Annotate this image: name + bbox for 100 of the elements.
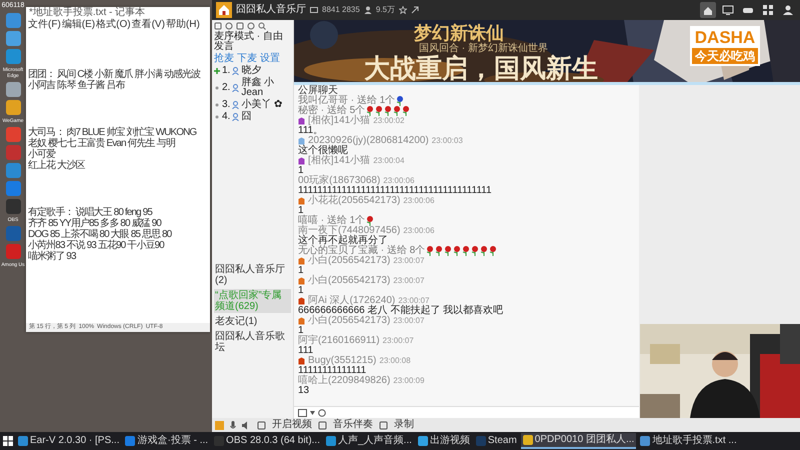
house-logo-icon — [216, 2, 232, 18]
taskbar-item[interactable]: 地址歌手投票.txt ... — [638, 433, 739, 449]
channel-item[interactable]: 囧囧私人音乐厅(2) — [214, 263, 291, 287]
message-text: 1 — [298, 286, 305, 296]
badge-icon — [298, 297, 305, 305]
banner-title: 梦幻新诛仙 — [414, 24, 504, 44]
rose-icon — [489, 246, 498, 256]
badge-icon — [298, 357, 305, 365]
gift-sender: 我叫亿哥哥 · 送给 1个 — [298, 96, 396, 106]
badge-icon — [298, 317, 305, 325]
message-time: 23:00:04 — [373, 156, 404, 166]
menu-item[interactable]: 格式(O) — [96, 19, 131, 31]
search-icon[interactable] — [258, 22, 266, 30]
app-shortcut-icon[interactable] — [6, 82, 20, 97]
message-time: 23:00:06 — [383, 176, 414, 186]
text-line: 小可爱 — [28, 149, 56, 160]
menu-item[interactable]: 文件(F) — [28, 19, 61, 31]
toolbar-label[interactable]: 音乐伴奏 — [333, 418, 373, 432]
text-line: 有定歌手： 说唱大王 80 feng 95 — [28, 207, 154, 218]
message-time: 23:00:07 — [382, 336, 414, 346]
badge-icon — [298, 117, 305, 125]
toolbar-label[interactable]: 开启视频 — [272, 418, 312, 432]
home-icon[interactable] — [700, 2, 716, 18]
overlay-brand: DASHA — [694, 28, 756, 48]
text-line: 小芮州83 不说 93 五花90 干小豆90 — [28, 240, 166, 251]
message-time: 23:00:06 — [403, 196, 434, 206]
channel-item[interactable]: 囧囧私人音乐歌坛 — [214, 330, 291, 354]
message-text: 13 — [298, 386, 310, 396]
rose-icon — [426, 246, 434, 256]
message-time: 23:00:07 — [398, 296, 430, 305]
message-input[interactable] — [294, 406, 639, 418]
message-time: 23:00:03 — [432, 136, 463, 146]
banner-subtitle: 国风回合 · 新梦幻新诛仙世界 — [419, 44, 548, 54]
mic-action-link[interactable]: 下麦 — [237, 54, 257, 64]
image-icon[interactable] — [298, 408, 307, 416]
text-line: 红上花 大沙区 — [28, 160, 86, 171]
badge-icon — [298, 197, 305, 205]
message-time: 23:00:06 — [403, 226, 434, 236]
message-text: 11111111111111 — [298, 366, 366, 376]
queue-number: 1. — [222, 66, 230, 76]
sender-name: 小白(2056542173) — [308, 316, 390, 326]
sender-name: [相依]141小猫 — [308, 116, 370, 126]
emoji-icon[interactable] — [318, 408, 326, 416]
sender-name: 00玩家(18673068) — [298, 176, 380, 186]
rose-icon — [462, 246, 470, 256]
message-text: 666666666666 老八 不能扶起了 我以都喜欢吧 — [298, 306, 504, 316]
gift-sender: 嘻嘻 · 送给 1个 — [298, 216, 366, 226]
share-icon[interactable] — [410, 6, 419, 14]
menu-item[interactable]: 帮助(H) — [166, 19, 200, 31]
toolbar-label[interactable]: 录制 — [394, 418, 414, 432]
star-icon[interactable] — [398, 6, 407, 14]
app-shortcut-icon[interactable] — [6, 100, 20, 115]
app-shortcut-icon[interactable] — [6, 31, 20, 46]
text-line: DOG 85 上茶不喝 80 大眼 85 思思 80 — [28, 229, 173, 240]
viewer-count: 9.5万 — [376, 5, 395, 15]
microphone-icon[interactable] — [230, 420, 236, 430]
badge-icon — [298, 277, 305, 285]
message-text: 1 — [298, 266, 305, 276]
app-icon — [640, 436, 650, 446]
taskbar-item[interactable]: Ear-V 2.0.30 · [PS... — [16, 433, 122, 449]
app-icon — [125, 436, 136, 446]
app-icon — [418, 436, 428, 446]
user-name: 晓夕 — [241, 66, 262, 76]
text-line: 齐齐 85 YY用户85 多多 80 威猛 90 — [28, 218, 162, 229]
menu-item[interactable]: 查看(V) — [132, 19, 165, 31]
taskbar-item[interactable]: 游戏盒·投票 - ... — [123, 433, 210, 449]
taskbar-item[interactable]: 出游视频 — [416, 433, 472, 449]
taskbar-item[interactable]: OBS 28.0.3 (64 bit)... — [212, 433, 322, 449]
sender-name: 南一夜下(7448097456) — [298, 226, 400, 236]
text-line: 小阿吉 陈琴 鱼子酱 吕布 — [28, 80, 126, 91]
sender-name: 阿Ai 深人(1726240) — [308, 296, 396, 306]
badge-icon — [298, 157, 305, 165]
badge-icon — [298, 137, 305, 145]
mic-action-link[interactable]: 抢麦 — [214, 54, 234, 64]
sender-name: 小白(2056542173) — [308, 276, 390, 286]
message-text: 1 — [298, 166, 304, 176]
room-title: 囧囧私人音乐厅 — [236, 5, 306, 15]
windows-start-icon[interactable] — [2, 435, 14, 447]
sender-name: 阿宇(2160166911) — [298, 336, 380, 346]
channel-item[interactable]: 老友记(1) — [214, 315, 291, 328]
taskbar-item[interactable]: 0PDP0010 团团私人... — [520, 433, 636, 449]
taskbar-item[interactable]: 人声_人声音频... — [324, 433, 414, 449]
menu-item[interactable]: 编辑(E) — [62, 19, 96, 31]
text-line: 团团： 风间 C楼 小新 魔爪 胖小满 动感光波 — [28, 69, 202, 80]
room-id: 8841 2835 — [322, 5, 360, 15]
sender-name: 20230926(jy)(2806814200) — [308, 136, 429, 146]
taskbar-item[interactable]: Steam — [474, 433, 519, 449]
queue-number: 2. — [222, 83, 230, 93]
rose-icon — [444, 246, 452, 256]
rose-icon — [435, 246, 444, 256]
message-time: 23:00:07 — [393, 316, 424, 326]
window-title: *地址歌手投票.txt - 记事本 — [28, 7, 146, 18]
rose-icon — [393, 106, 402, 116]
message-text: 这个再不起就再分了 — [298, 236, 388, 246]
gift-sender: 无心的宝贝了宝藏 · 送给 8个 — [298, 246, 426, 256]
mic-action-link[interactable]: 设置 — [260, 54, 280, 64]
sender-name: 嘻哈上(2209849826) — [298, 376, 390, 386]
badge-icon — [298, 257, 305, 265]
caret-icon[interactable] — [310, 410, 315, 414]
mic-mode-label: 麦序模式 · 自由发言 — [214, 32, 284, 52]
